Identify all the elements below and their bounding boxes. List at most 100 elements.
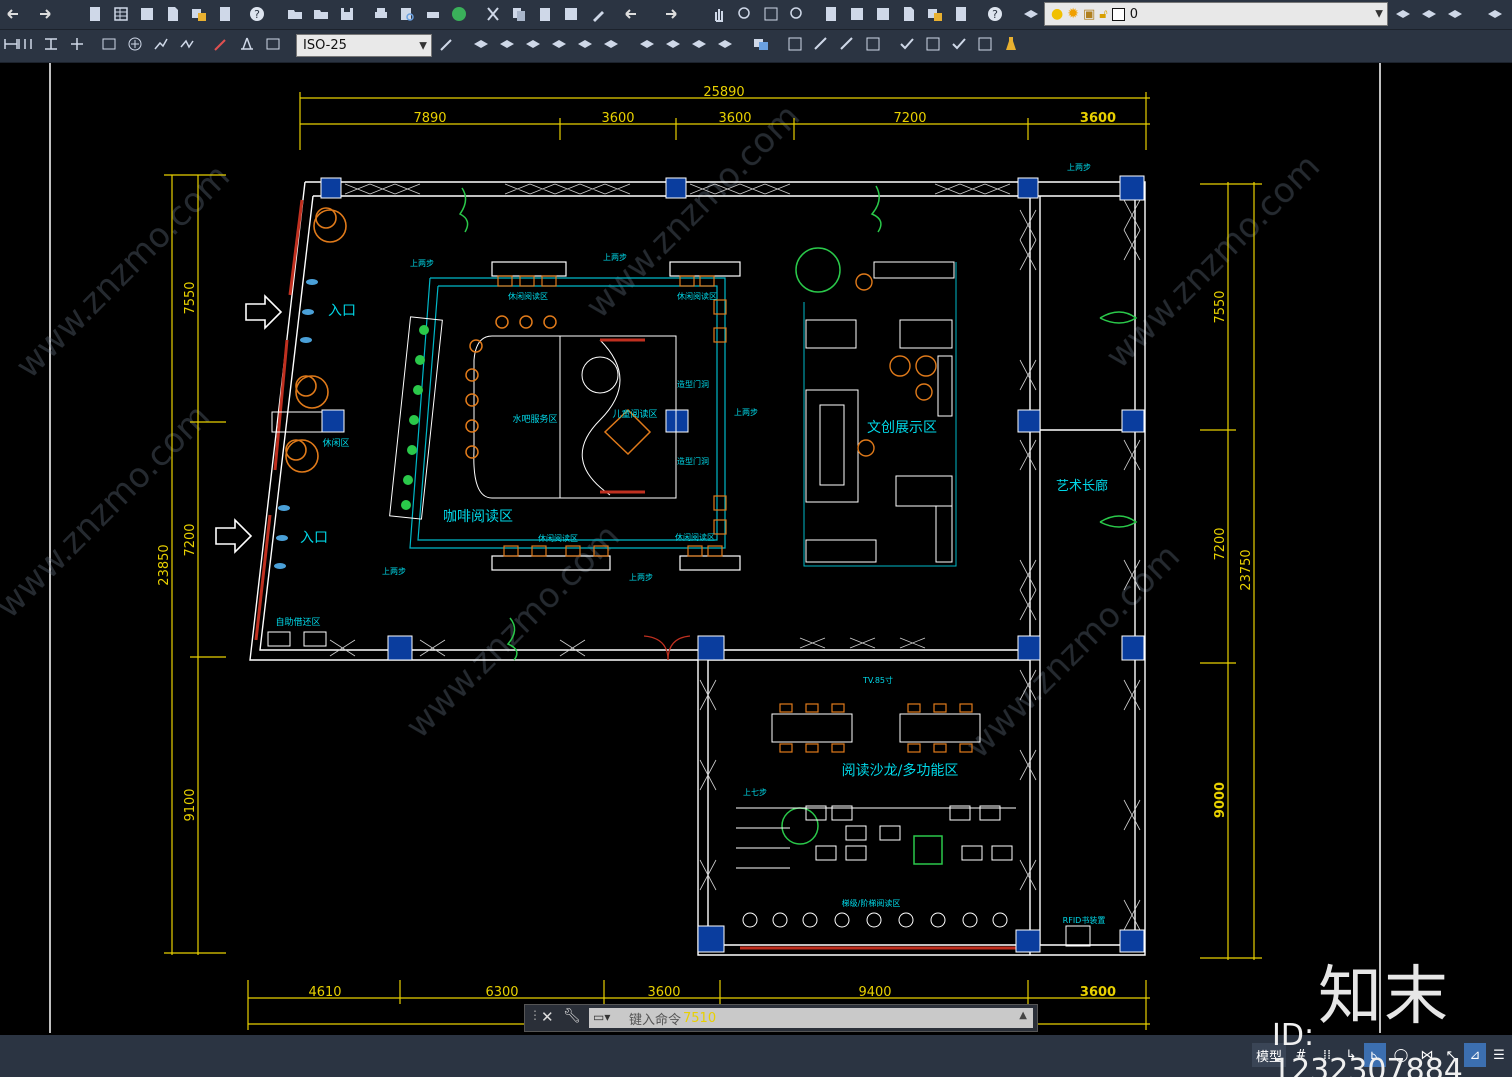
chevron-down-icon: ▼ [419,40,427,51]
zone-salon-label: 阅读沙龙/多功能区 [842,762,959,779]
tolerance-icon[interactable] [98,33,120,55]
check4-icon[interactable] [974,33,996,55]
baseline-dim-icon[interactable] [14,33,36,55]
pan-icon[interactable] [708,3,730,25]
up-step-label: 上两步 [629,573,653,582]
id-watermark: ID: 1232307884 [1272,1018,1463,1077]
modify2-icon[interactable] [810,33,832,55]
leisure-label: 休闲阅读区 [538,533,578,543]
layer-tool10-icon[interactable] [714,33,736,55]
layer-tool6-icon[interactable] [600,33,622,55]
layer-tool3-icon[interactable] [522,33,544,55]
door-arcs [643,635,691,661]
dim-text-edit-icon[interactable] [236,33,258,55]
command-input[interactable]: ▭▾ 键入命令 7510 ▲ [589,1008,1033,1028]
quickcalc-icon[interactable] [950,3,972,25]
layer-walk-icon[interactable] [1484,3,1506,25]
design-center-icon[interactable] [846,3,868,25]
layer-manager-icon[interactable] [1020,3,1042,25]
cut-icon[interactable] [482,3,504,25]
jogged-icon[interactable] [176,33,198,55]
sheet-set-icon[interactable] [898,3,920,25]
zoom-window-icon[interactable] [760,3,782,25]
help2-icon[interactable]: ? [984,3,1006,25]
dim-bottom-2: 6300 [485,985,518,1000]
sheet-icon[interactable] [136,3,158,25]
command-line[interactable]: ⋮ ✕ 🔧︎ ▭▾ 键入命令 7510 ▲ [524,1004,1038,1032]
self-return-label: 自助借还区 [275,616,320,628]
publish-icon[interactable] [188,3,210,25]
modify3-icon[interactable] [836,33,858,55]
dim-right-2: 7200 [1213,527,1228,560]
table-icon[interactable] [110,3,132,25]
check2-icon[interactable] [922,33,944,55]
zoom-realtime-icon[interactable] [734,3,756,25]
culture-display [805,261,955,563]
dimstyle-combo[interactable]: ISO-25 ▼ [296,34,432,57]
save-icon[interactable] [336,3,358,25]
svg-text:?: ? [254,8,260,21]
plot-icon[interactable] [422,3,444,25]
layer-tool8-icon[interactable] [662,33,684,55]
brush-icon[interactable] [588,3,610,25]
new-file-icon[interactable] [84,3,106,25]
center-mark-icon[interactable] [124,33,146,55]
close-icon[interactable]: ✕ [541,1008,554,1026]
match-icon[interactable] [560,3,582,25]
dim-left-1: 7550 [183,281,198,314]
draw-order-icon[interactable] [750,33,772,55]
zone-art-corridor-label: 艺术长廊 [1056,478,1108,494]
leisure-label: 休闲阅读区 [675,532,715,542]
check3-icon[interactable] [948,33,970,55]
undo2-icon[interactable] [620,3,642,25]
layer-tool9-icon[interactable] [688,33,710,55]
layer-tool2-icon[interactable] [496,33,518,55]
door-label: 造型门洞 [677,456,709,466]
layer-tool1-icon[interactable] [470,33,492,55]
paste-icon[interactable] [534,3,556,25]
layer-prev-icon[interactable] [1392,3,1414,25]
bottle-icon[interactable] [1000,33,1022,55]
up-step-label: 上两步 [382,567,406,576]
quick-dim-icon[interactable] [66,33,88,55]
modify1-icon[interactable] [784,33,806,55]
folder-new-icon[interactable] [284,3,306,25]
dim-top-3: 3600 [718,111,751,126]
globe-icon[interactable] [448,3,470,25]
dim-edit-icon[interactable] [210,33,232,55]
redo2-icon[interactable] [660,3,682,25]
properties-icon[interactable] [820,3,842,25]
preview-icon[interactable] [396,3,418,25]
calculator-icon[interactable] [214,3,236,25]
layer-tool5-icon[interactable] [574,33,596,55]
wrench-icon[interactable]: 🔧︎ [563,1008,581,1024]
chevron-up-icon[interactable]: ▲ [1019,1010,1027,1021]
inspect-icon[interactable] [150,33,172,55]
dim-update-icon[interactable] [262,33,284,55]
layer-combo[interactable]: ● ✹ ▣ 🔓︎ 0 ▼ [1044,2,1388,26]
page-icon[interactable] [162,3,184,25]
continue-dim-icon[interactable] [40,33,62,55]
check1-icon[interactable] [896,33,918,55]
markup-icon[interactable] [924,3,946,25]
layer-iso-icon[interactable] [1444,3,1466,25]
layer-tool4-icon[interactable] [548,33,570,55]
step-seats [742,912,1008,928]
modify4-icon[interactable] [862,33,884,55]
columns [320,175,1145,953]
redo-icon[interactable] [34,3,56,25]
layer-state-icon[interactable] [1418,3,1440,25]
undo-icon[interactable] [2,3,24,25]
culture-outline [803,262,957,567]
copy-icon[interactable] [508,3,530,25]
zoom-prev-icon[interactable] [786,3,808,25]
print-icon[interactable] [370,3,392,25]
dimstyle-manager-icon[interactable] [436,33,458,55]
tool-palette-icon[interactable] [872,3,894,25]
drawing-canvas[interactable]: www.znzmo.com www.znzmo.com www.znzmo.co… [0,63,1512,1035]
help-icon[interactable]: ? [246,3,268,25]
grip-icon[interactable]: ⋮ [529,1008,541,1022]
open-icon[interactable] [310,3,332,25]
up-step-label: 上两步 [1067,163,1091,172]
layer-tool7-icon[interactable] [636,33,658,55]
